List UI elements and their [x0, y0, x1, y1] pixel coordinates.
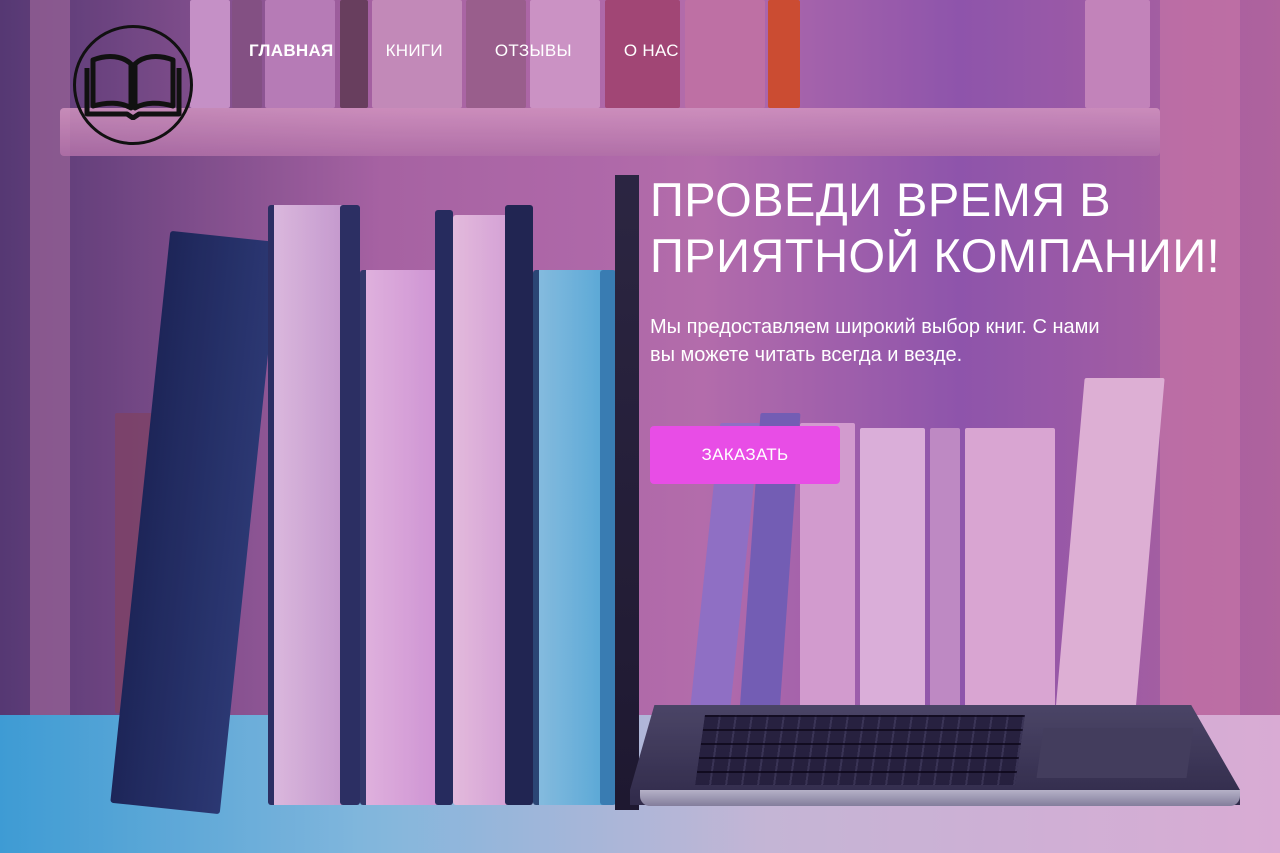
nav-item-home[interactable]: ГЛАВНАЯ [249, 40, 334, 62]
hero-headline: ПРОВЕДИ ВРЕМЯ В ПРИЯТНОЙ КОМПАНИИ! [650, 172, 1270, 284]
hero-subtext-line1: Мы предоставляем широкий выбор книг. С н… [650, 316, 1100, 338]
nav-item-about[interactable]: О НАС [624, 40, 679, 62]
hero-headline-line2: ПРИЯТНОЙ КОМПАНИИ! [650, 229, 1221, 282]
order-button[interactable]: ЗАКАЗАТЬ [650, 426, 840, 484]
nav-item-books[interactable]: КНИГИ [386, 40, 443, 62]
hero-section: ГЛАВНАЯ КНИГИ ОТЗЫВЫ О НАС ПРОВЕДИ ВРЕМЯ… [0, 0, 1280, 853]
hero-subtext-line2: вы можете читать всегда и везде. [650, 344, 963, 366]
hero-headline-line1: ПРОВЕДИ ВРЕМЯ В [650, 173, 1112, 226]
hero-overlay [0, 0, 1280, 853]
open-book-icon [84, 54, 182, 120]
nav-item-reviews[interactable]: ОТЗЫВЫ [495, 40, 572, 62]
main-nav: ГЛАВНАЯ КНИГИ ОТЗЫВЫ О НАС [249, 40, 679, 62]
site-logo[interactable] [73, 25, 193, 145]
hero-subtext: Мы предоставляем широкий выбор книг. С н… [650, 313, 1210, 369]
